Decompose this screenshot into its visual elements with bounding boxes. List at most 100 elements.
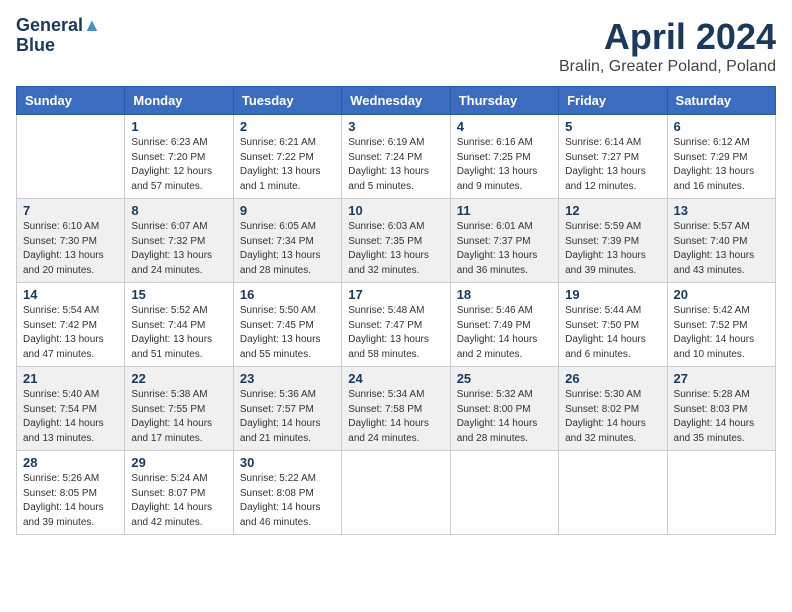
table-row: 19 Sunrise: 5:44 AMSunset: 7:50 PMDayligh… bbox=[559, 283, 667, 367]
table-row bbox=[450, 451, 558, 535]
table-row bbox=[17, 115, 125, 199]
day-info: Sunrise: 5:30 AMSunset: 8:02 PMDaylight:… bbox=[565, 388, 660, 446]
day-info: Sunrise: 6:19 AMSunset: 7:24 PMDaylight:… bbox=[348, 136, 443, 194]
page-header: General▲Blue April 2024 Bralin, Greater … bbox=[16, 16, 776, 76]
table-row: 11 Sunrise: 6:01 AMSunset: 7:37 PMDayligh… bbox=[450, 199, 558, 283]
col-saturday: Saturday bbox=[667, 87, 775, 115]
table-row: 14Sunrise: 5:54 AMSunset: 7:42 PMDayligh… bbox=[17, 283, 125, 367]
table-row: 1 Sunrise: 6:23 AMSunset: 7:20 PMDaylight… bbox=[125, 115, 233, 199]
col-thursday: Thursday bbox=[450, 87, 558, 115]
day-number: 9 bbox=[240, 203, 335, 218]
day-info: Sunrise: 5:50 AMSunset: 7:45 PMDaylight:… bbox=[240, 304, 335, 362]
day-info: Sunrise: 5:44 AMSunset: 7:50 PMDaylight:… bbox=[565, 304, 660, 362]
day-info: Sunrise: 6:03 AMSunset: 7:35 PMDaylight:… bbox=[348, 220, 443, 278]
table-row: 27 Sunrise: 5:28 AMSunset: 8:03 PMDayligh… bbox=[667, 367, 775, 451]
calendar-header-row: Sunday Monday Tuesday Wednesday Thursday… bbox=[17, 87, 776, 115]
col-friday: Friday bbox=[559, 87, 667, 115]
day-info: Sunrise: 6:23 AMSunset: 7:20 PMDaylight:… bbox=[131, 136, 226, 194]
table-row: 25 Sunrise: 5:32 AMSunset: 8:00 PMDayligh… bbox=[450, 367, 558, 451]
day-number: 5 bbox=[565, 119, 660, 134]
day-number: 17 bbox=[348, 287, 443, 302]
day-number: 8 bbox=[131, 203, 226, 218]
day-number: 15 bbox=[131, 287, 226, 302]
day-number: 10 bbox=[348, 203, 443, 218]
table-row: 8 Sunrise: 6:07 AMSunset: 7:32 PMDaylight… bbox=[125, 199, 233, 283]
day-info: Sunrise: 6:05 AMSunset: 7:34 PMDaylight:… bbox=[240, 220, 335, 278]
day-info: Sunrise: 5:28 AMSunset: 8:03 PMDaylight:… bbox=[674, 388, 769, 446]
day-number: 29 bbox=[131, 455, 226, 470]
table-row: 23 Sunrise: 5:36 AMSunset: 7:57 PMDayligh… bbox=[233, 367, 341, 451]
table-row: 29 Sunrise: 5:24 AMSunset: 8:07 PMDayligh… bbox=[125, 451, 233, 535]
day-info: Sunrise: 5:42 AMSunset: 7:52 PMDaylight:… bbox=[674, 304, 769, 362]
day-number: 23 bbox=[240, 371, 335, 386]
calendar-week-row: 21 Sunrise: 5:40 AMSunset: 7:54 PMDayligh… bbox=[17, 367, 776, 451]
day-info: Sunrise: 5:46 AMSunset: 7:49 PMDaylight:… bbox=[457, 304, 552, 362]
table-row: 7Sunrise: 6:10 AMSunset: 7:30 PMDaylight… bbox=[17, 199, 125, 283]
day-number: 6 bbox=[674, 119, 769, 134]
day-info: Sunrise: 5:24 AMSunset: 8:07 PMDaylight:… bbox=[131, 472, 226, 530]
day-info: Sunrise: 6:21 AMSunset: 7:22 PMDaylight:… bbox=[240, 136, 335, 194]
day-number: 28 bbox=[23, 455, 118, 470]
table-row: 28 Sunrise: 5:26 AMSunset: 8:05 PMDayligh… bbox=[17, 451, 125, 535]
table-row: 16 Sunrise: 5:50 AMSunset: 7:45 PMDayligh… bbox=[233, 283, 341, 367]
table-row: 24Sunrise: 5:34 AMSunset: 7:58 PMDayligh… bbox=[342, 367, 450, 451]
day-info: Sunrise: 5:32 AMSunset: 8:00 PMDaylight:… bbox=[457, 388, 552, 446]
day-info: Sunrise: 5:22 AMSunset: 8:08 PMDaylight:… bbox=[240, 472, 335, 530]
day-info: Sunrise: 5:52 AMSunset: 7:44 PMDaylight:… bbox=[131, 304, 226, 362]
day-info: Sunrise: 5:38 AMSunset: 7:55 PMDaylight:… bbox=[131, 388, 226, 446]
table-row: 15 Sunrise: 5:52 AMSunset: 7:44 PMDayligh… bbox=[125, 283, 233, 367]
calendar-week-row: 28 Sunrise: 5:26 AMSunset: 8:05 PMDayligh… bbox=[17, 451, 776, 535]
day-number: 24 bbox=[348, 371, 443, 386]
table-row: 20 Sunrise: 5:42 AMSunset: 7:52 PMDayligh… bbox=[667, 283, 775, 367]
table-row: 21 Sunrise: 5:40 AMSunset: 7:54 PMDayligh… bbox=[17, 367, 125, 451]
day-number: 20 bbox=[674, 287, 769, 302]
day-number: 7 bbox=[23, 203, 118, 218]
day-number: 13 bbox=[674, 203, 769, 218]
title-area: April 2024 Bralin, Greater Poland, Polan… bbox=[559, 16, 776, 76]
table-row: 5 Sunrise: 6:14 AMSunset: 7:27 PMDaylight… bbox=[559, 115, 667, 199]
table-row: 26Sunrise: 5:30 AMSunset: 8:02 PMDayligh… bbox=[559, 367, 667, 451]
day-info: Sunrise: 6:16 AMSunset: 7:25 PMDaylight:… bbox=[457, 136, 552, 194]
day-info: Sunrise: 6:07 AMSunset: 7:32 PMDaylight:… bbox=[131, 220, 226, 278]
table-row: 2 Sunrise: 6:21 AMSunset: 7:22 PMDaylight… bbox=[233, 115, 341, 199]
calendar-week-row: 7Sunrise: 6:10 AMSunset: 7:30 PMDaylight… bbox=[17, 199, 776, 283]
col-sunday: Sunday bbox=[17, 87, 125, 115]
day-info: Sunrise: 5:36 AMSunset: 7:57 PMDaylight:… bbox=[240, 388, 335, 446]
day-number: 3 bbox=[348, 119, 443, 134]
day-number: 11 bbox=[457, 203, 552, 218]
calendar-table: Sunday Monday Tuesday Wednesday Thursday… bbox=[16, 86, 776, 535]
day-number: 1 bbox=[131, 119, 226, 134]
day-info: Sunrise: 5:40 AMSunset: 7:54 PMDaylight:… bbox=[23, 388, 118, 446]
day-number: 4 bbox=[457, 119, 552, 134]
day-number: 2 bbox=[240, 119, 335, 134]
day-info: Sunrise: 6:12 AMSunset: 7:29 PMDaylight:… bbox=[674, 136, 769, 194]
day-info: Sunrise: 5:26 AMSunset: 8:05 PMDaylight:… bbox=[23, 472, 118, 530]
day-number: 21 bbox=[23, 371, 118, 386]
table-row: 17 Sunrise: 5:48 AMSunset: 7:47 PMDayligh… bbox=[342, 283, 450, 367]
table-row: 22Sunrise: 5:38 AMSunset: 7:55 PMDayligh… bbox=[125, 367, 233, 451]
day-info: Sunrise: 5:48 AMSunset: 7:47 PMDaylight:… bbox=[348, 304, 443, 362]
col-wednesday: Wednesday bbox=[342, 87, 450, 115]
table-row bbox=[342, 451, 450, 535]
table-row: 30Sunrise: 5:22 AMSunset: 8:08 PMDayligh… bbox=[233, 451, 341, 535]
day-number: 12 bbox=[565, 203, 660, 218]
col-tuesday: Tuesday bbox=[233, 87, 341, 115]
logo-text: General▲Blue bbox=[16, 16, 101, 56]
table-row: 6 Sunrise: 6:12 AMSunset: 7:29 PMDaylight… bbox=[667, 115, 775, 199]
table-row: 9 Sunrise: 6:05 AMSunset: 7:34 PMDaylight… bbox=[233, 199, 341, 283]
day-number: 25 bbox=[457, 371, 552, 386]
table-row: 3 Sunrise: 6:19 AMSunset: 7:24 PMDaylight… bbox=[342, 115, 450, 199]
day-number: 16 bbox=[240, 287, 335, 302]
table-row bbox=[559, 451, 667, 535]
calendar-week-row: 1 Sunrise: 6:23 AMSunset: 7:20 PMDaylight… bbox=[17, 115, 776, 199]
day-info: Sunrise: 6:14 AMSunset: 7:27 PMDaylight:… bbox=[565, 136, 660, 194]
table-row: 10 Sunrise: 6:03 AMSunset: 7:35 PMDayligh… bbox=[342, 199, 450, 283]
logo: General▲Blue bbox=[16, 16, 101, 56]
location: Bralin, Greater Poland, Poland bbox=[559, 58, 776, 76]
day-info: Sunrise: 5:59 AMSunset: 7:39 PMDaylight:… bbox=[565, 220, 660, 278]
table-row: 4 Sunrise: 6:16 AMSunset: 7:25 PMDaylight… bbox=[450, 115, 558, 199]
col-monday: Monday bbox=[125, 87, 233, 115]
day-number: 27 bbox=[674, 371, 769, 386]
day-info: Sunrise: 6:01 AMSunset: 7:37 PMDaylight:… bbox=[457, 220, 552, 278]
day-number: 19 bbox=[565, 287, 660, 302]
